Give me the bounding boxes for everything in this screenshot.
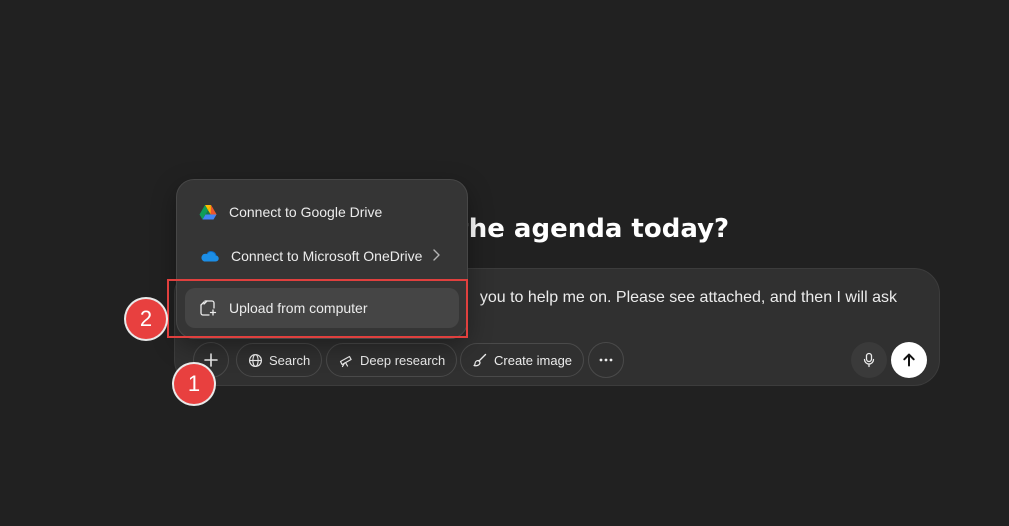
- menu-item-label: Connect to Microsoft OneDrive: [231, 248, 423, 264]
- paintbrush-icon: [473, 353, 487, 367]
- plus-icon: [204, 353, 218, 367]
- dictate-button[interactable]: [851, 342, 887, 378]
- deep-research-button[interactable]: Deep research: [326, 343, 458, 377]
- create-image-button[interactable]: Create image: [460, 343, 585, 377]
- more-horizontal-icon: [599, 358, 613, 362]
- telescope-icon: [339, 355, 352, 368]
- send-button[interactable]: [891, 342, 927, 378]
- menu-item-google-drive[interactable]: Connect to Google Drive: [185, 192, 459, 232]
- search-button[interactable]: Search: [236, 343, 323, 377]
- annotation-highlight-box: [167, 279, 468, 338]
- google-drive-icon: [199, 205, 217, 220]
- more-tools-button[interactable]: [588, 342, 624, 378]
- annotation-step-badge-1: 1: [174, 364, 214, 404]
- arrow-up-icon: [903, 353, 915, 367]
- menu-item-onedrive[interactable]: Connect to Microsoft OneDrive: [185, 236, 459, 276]
- microphone-icon: [863, 352, 875, 368]
- deep-research-button-label: Deep research: [360, 352, 446, 368]
- chevron-right-icon: [433, 249, 440, 261]
- menu-item-label: Connect to Google Drive: [229, 204, 383, 220]
- onedrive-icon: [201, 251, 219, 262]
- search-button-label: Search: [269, 352, 311, 368]
- create-image-button-label: Create image: [494, 352, 573, 368]
- annotation-step-badge-2: 2: [126, 299, 166, 339]
- globe-icon: [248, 353, 263, 367]
